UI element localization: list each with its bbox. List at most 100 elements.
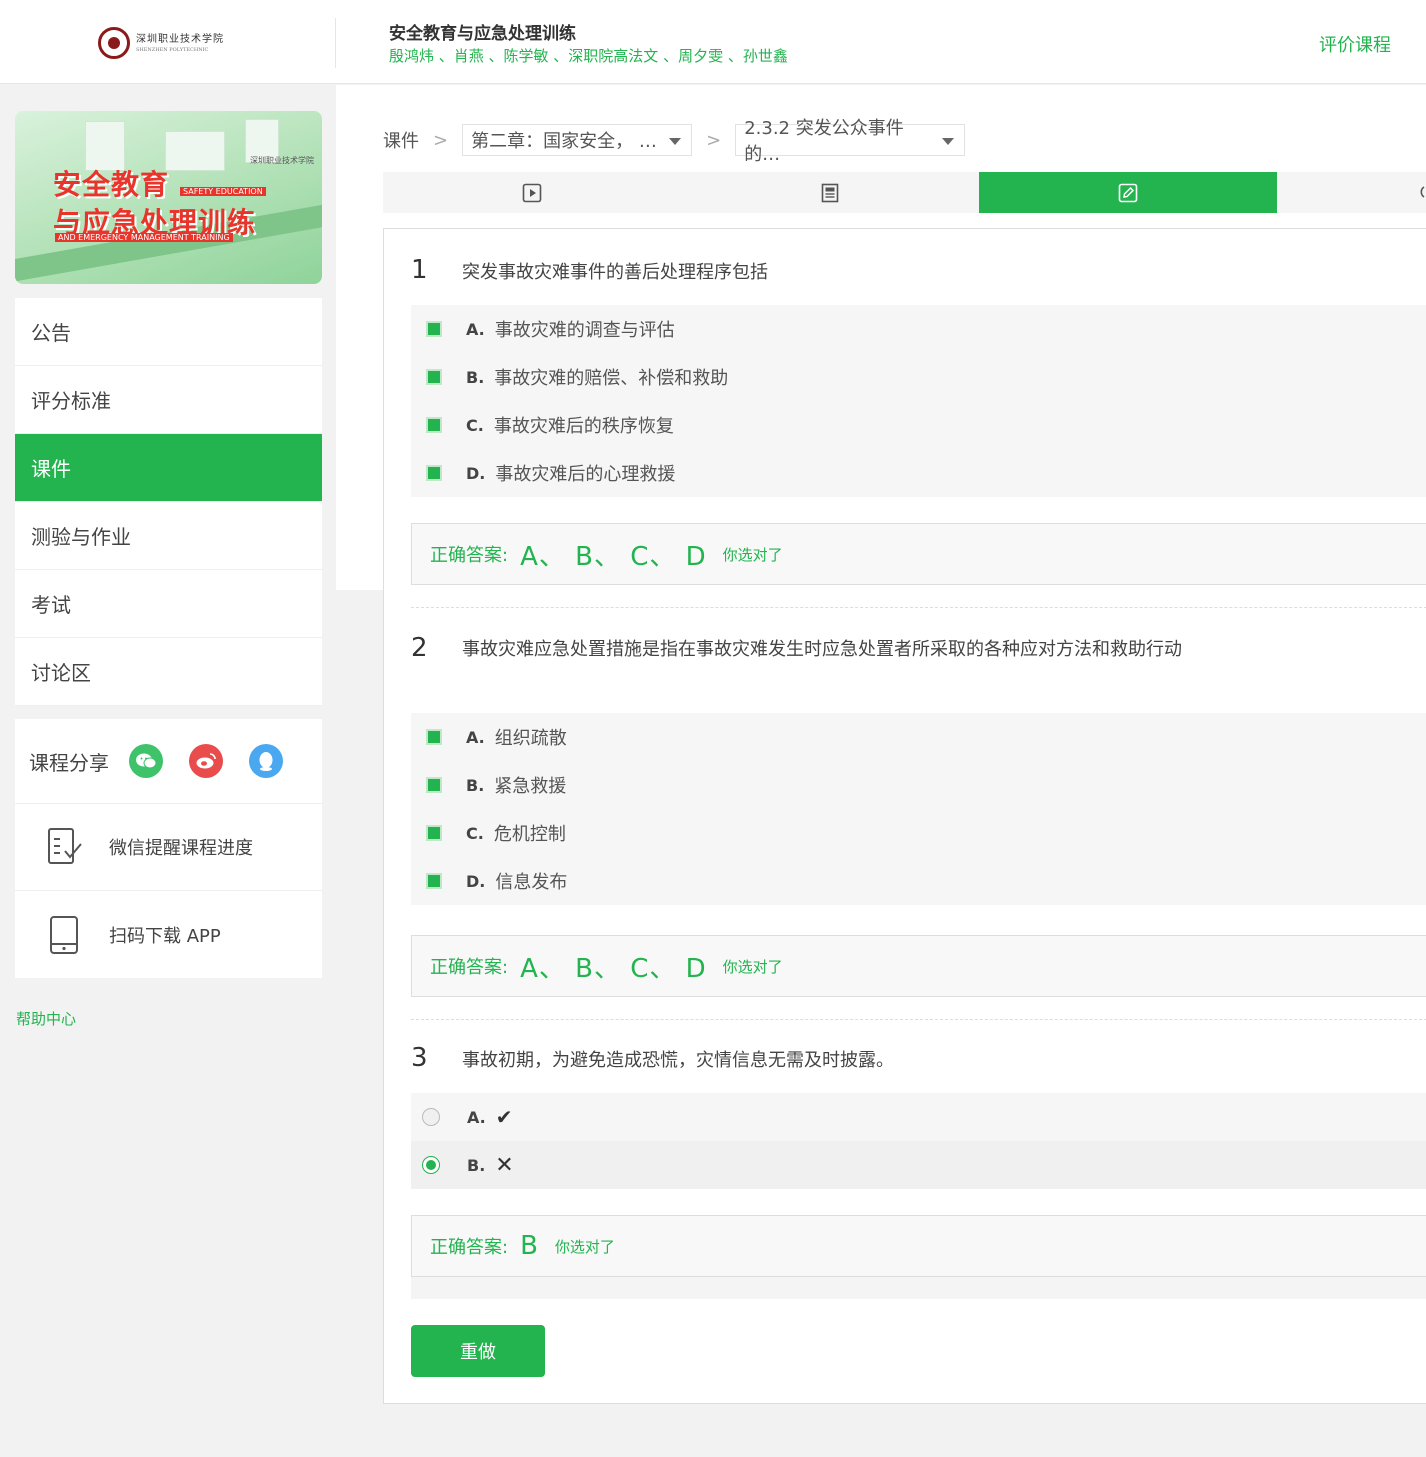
redo-button[interactable]: 重做 [411,1325,545,1377]
option-a[interactable]: A. 组织疏散 [411,713,1426,761]
option-d[interactable]: D. 信息发布 [411,857,1426,905]
top-header: 深圳职业技术学院 SHENZHEN POLYTECHNIC 安全教育与应急处理训… [0,0,1426,84]
tab-quiz[interactable] [979,172,1277,213]
question-text: 事故初期，为避免造成恐慌，灾情信息无需及时披露。 [462,1050,894,1071]
phone-icon [50,915,78,954]
chevron-right-icon: > [433,129,449,151]
wechat-remind-button[interactable]: 微信提醒课程进度 [15,804,322,891]
checkbox-checked[interactable] [426,321,442,337]
option-b[interactable]: B. 事故灾难的赔偿、补偿和救助 [411,353,1426,401]
option-text: 事故灾难的赔偿、补偿和救助 [494,368,729,389]
option-c[interactable]: C. 危机控制 [411,809,1426,857]
option-letter: B. [466,367,485,387]
course-share-label: 课程分享 [29,750,109,775]
content-tabs [383,172,1426,213]
cover-title-line1: 安全教育 [53,168,170,201]
cover-building [165,131,225,171]
quiz-panel: 1 突发事故灾难事件的善后处理程序包括 A. 事故灾难的调查与评估 B. 事故灾… [383,228,1426,1404]
wechat-share-icon[interactable] [129,744,163,778]
download-app-button[interactable]: 扫码下载 APP [15,891,322,978]
check-mark-icon: ✔ [495,1105,513,1129]
correct-answer: B [520,1231,539,1261]
option-b[interactable]: B. 紧急救援 [411,761,1426,809]
school-logo[interactable]: 深圳职业技术学院 SHENZHEN POLYTECHNIC [98,16,241,70]
question-options: A. ✔ B. ✕ [411,1093,1426,1189]
help-center-link[interactable]: 帮助中心 [16,1008,76,1029]
sidebar-item-grading[interactable]: 评分标准 [15,366,322,434]
answer-label: 正确答案: [430,545,509,566]
answer-label: 正确答案: [430,957,509,978]
share-panel: 课程分享 微信提醒课程进度 扫码下载 APP [15,719,322,978]
option-letter: A. [466,727,485,747]
option-true[interactable]: A. ✔ [411,1093,1426,1141]
cross-mark-icon: ✕ [495,1152,514,1178]
school-name-cn: 深圳职业技术学院 [136,34,224,45]
wechat-remind-label: 微信提醒课程进度 [109,838,253,859]
download-app-label: 扫码下载 APP [109,925,221,947]
sidebar-item-courseware[interactable]: 课件 [15,434,322,502]
header-divider [335,18,336,68]
option-false[interactable]: B. ✕ [411,1141,1426,1189]
checkbox-checked[interactable] [426,369,442,385]
checkbox-checked[interactable] [426,417,442,433]
checkbox-checked[interactable] [426,825,442,841]
option-text: 事故灾难后的心理救援 [495,464,676,485]
quiz-footer-band [411,1277,1426,1299]
correct-answer: A、 B、 C、 D [520,541,707,572]
option-letter: A. [466,319,485,339]
course-cover-image: 深圳职业技术学院 安全教育 SAFETY EDUCATION 与应急处理训练 A… [15,111,322,284]
checkbox-checked[interactable] [426,777,442,793]
sidebar-item-announcement[interactable]: 公告 [15,298,322,366]
chapter-select[interactable]: 第二章：国家安全， … [462,124,693,156]
tab-discussion[interactable] [1277,172,1426,213]
school-seal-icon [98,27,130,59]
weibo-share-icon[interactable] [189,744,223,778]
edit-icon [1118,183,1138,202]
answer-label: 正确答案: [430,1237,509,1258]
checkbox-checked[interactable] [426,873,442,889]
sidebar-item-discussion[interactable]: 讨论区 [15,638,322,706]
option-a[interactable]: A. 事故灾难的调查与评估 [411,305,1426,353]
course-teachers[interactable]: 殷鸿炜 、肖燕 、陈学敏 、深职院高法文 、周夕雯 、孙世鑫 [389,45,788,66]
sidebar-nav: 公告 评分标准 课件 测验与作业 考试 讨论区 [15,298,322,706]
checkbox-checked[interactable] [426,465,442,481]
qq-share-icon[interactable] [249,744,283,778]
rate-course-link[interactable]: 评价课程 [1319,31,1391,57]
option-letter: D. [466,463,486,483]
play-icon [522,183,542,202]
option-text: 危机控制 [493,824,566,845]
option-letter: C. [466,823,484,843]
radio-button-selected[interactable] [422,1156,440,1174]
checkbox-checked[interactable] [426,729,442,745]
tab-video[interactable] [383,172,681,213]
chevron-right-icon: > [706,129,722,151]
option-letter: B. [467,1155,486,1175]
section-select[interactable]: 2.3.2 突发公众事件的… [735,118,966,165]
comment-icon [1420,185,1425,198]
option-letter: D. [466,871,486,891]
answer-box: 正确答案: A、 B、 C、 D 你选对了 [411,523,1426,585]
sidebar-item-exam[interactable]: 考试 [15,570,322,638]
school-name-en: SHENZHEN POLYTECHNIC [136,47,209,53]
breadcrumb: 课件 > 第二章：国家安全， … > 2.3.2 突发公众事件的… [383,118,966,165]
option-letter: B. [466,775,485,795]
divider [411,607,1426,608]
document-icon [821,183,839,202]
checklist-icon [48,828,82,864]
option-c[interactable]: C. 事故灾难后的秩序恢复 [411,401,1426,449]
tab-document[interactable] [681,172,979,213]
correct-answer: A、 B、 C、 D [520,953,707,984]
course-share-row: 课程分享 [15,719,322,804]
option-text: 组织疏散 [494,728,567,749]
question-text: 事故灾难应急处置措施是指在事故灾难发生时应急处置者所采取的各种应对方法和救助行动 [462,639,1182,660]
school-name: 深圳职业技术学院 SHENZHEN POLYTECHNIC [136,33,224,53]
option-text: 信息发布 [495,872,568,893]
breadcrumb-root[interactable]: 课件 [383,127,419,153]
sidebar-item-quizzes[interactable]: 测验与作业 [15,502,322,570]
radio-button[interactable] [422,1108,440,1126]
question-text: 突发事故灾难事件的善后处理程序包括 [462,262,768,283]
option-letter: A. [467,1107,486,1127]
result-text: 你选对了 [722,545,783,564]
answer-box: 正确答案: B 你选对了 [411,1215,1426,1277]
option-d[interactable]: D. 事故灾难后的心理救援 [411,449,1426,497]
